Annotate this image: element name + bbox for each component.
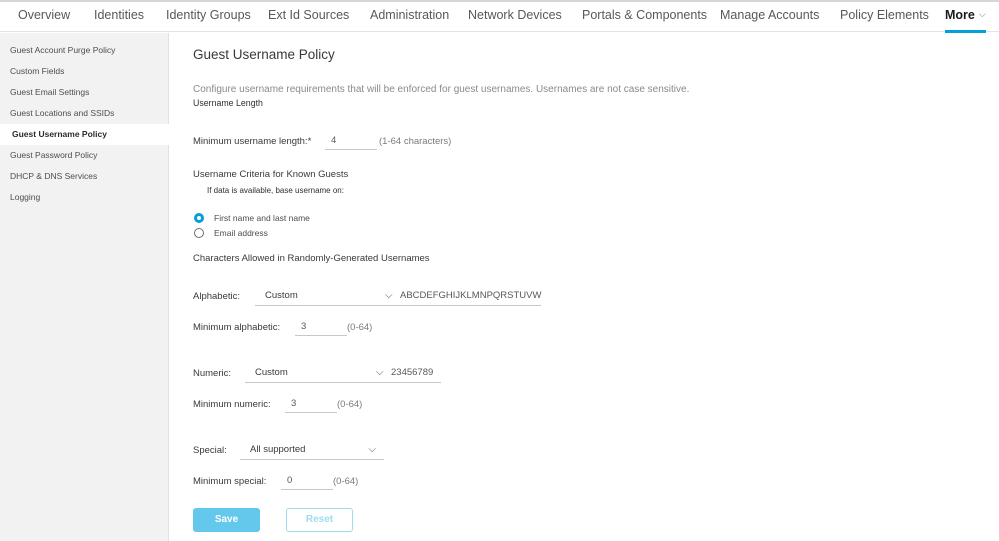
- tab-identities[interactable]: Identities: [94, 8, 144, 22]
- numeric-label: Numeric:: [193, 368, 232, 379]
- min-alphabetic-label: Minimum alphabetic:: [193, 322, 281, 333]
- sidebar-item-dhcp-dns-services[interactable]: DHCP & DNS Services: [0, 166, 169, 187]
- special-label: Special:: [193, 445, 227, 456]
- tab-administration[interactable]: Administration: [370, 8, 449, 22]
- tab-identity-groups[interactable]: Identity Groups: [166, 8, 251, 22]
- username-criteria-subheading: If data is available, base username on:: [207, 186, 344, 195]
- min-username-length-label: Minimum username length:*: [193, 136, 312, 147]
- min-numeric-label: Minimum numeric:: [193, 399, 271, 410]
- top-navigation: Overview Identities Identity Groups Ext …: [0, 0, 999, 33]
- alphabetic-selected-value: Custom: [265, 290, 298, 301]
- main-content: Guest Username Policy Configure username…: [170, 33, 999, 541]
- sidebar-item-logging[interactable]: Logging: [0, 187, 169, 208]
- radio-first-last-name-label[interactable]: First name and last name: [214, 213, 310, 223]
- save-button[interactable]: Save: [193, 508, 260, 532]
- chevron-down-icon: ⌵: [376, 367, 384, 378]
- sidebar-item-guest-locations-ssids[interactable]: Guest Locations and SSIDs: [0, 103, 169, 124]
- alphabetic-chars-input[interactable]: ABCDEFGHIJKLMNPQRSTUVW: [400, 286, 541, 306]
- sidebar: Guest Account Purge Policy Custom Fields…: [0, 33, 169, 541]
- radio-email-address-label[interactable]: Email address: [214, 228, 268, 238]
- special-selected-value: All supported: [250, 444, 306, 455]
- min-username-length-hint: (1-64 characters): [379, 136, 452, 147]
- tab-more[interactable]: More ⌵: [945, 8, 986, 22]
- characters-allowed-heading: Characters Allowed in Randomly-Generated…: [193, 253, 430, 264]
- chevron-down-icon: ⌵: [978, 9, 986, 19]
- sidebar-item-guest-email-settings[interactable]: Guest Email Settings: [0, 82, 169, 103]
- radio-email-address[interactable]: [194, 228, 204, 238]
- tab-more-label: More: [945, 8, 975, 22]
- min-numeric-input[interactable]: 3: [285, 395, 337, 413]
- min-numeric-hint: (0-64): [337, 399, 363, 410]
- numeric-selected-value: Custom: [255, 367, 288, 378]
- tab-manage-accounts[interactable]: Manage Accounts: [720, 8, 819, 22]
- min-alphabetic-hint: (0-64): [347, 322, 373, 333]
- chevron-down-icon: ⌵: [368, 444, 376, 455]
- special-select[interactable]: All supported ⌵: [240, 440, 384, 460]
- tab-portals-components[interactable]: Portals & Components: [582, 8, 707, 22]
- tab-network-devices[interactable]: Network Devices: [468, 8, 562, 22]
- sidebar-item-guest-password-policy[interactable]: Guest Password Policy: [0, 145, 169, 166]
- sidebar-item-guest-username-policy[interactable]: Guest Username Policy: [0, 124, 169, 145]
- alphabetic-select[interactable]: Custom ABCDEFGHIJKLMNPQRSTUVW ⌵: [255, 286, 541, 306]
- alphabetic-label: Alphabetic:: [193, 291, 241, 302]
- radio-first-last-name[interactable]: [194, 213, 204, 223]
- reset-button[interactable]: Reset: [286, 508, 353, 532]
- page-title: Guest Username Policy: [193, 47, 335, 62]
- min-special-hint: (0-64): [333, 476, 359, 487]
- tab-overview[interactable]: Overview: [18, 8, 70, 22]
- username-criteria-heading: Username Criteria for Known Guests: [193, 169, 349, 180]
- sidebar-item-guest-account-purge-policy[interactable]: Guest Account Purge Policy: [0, 40, 169, 61]
- min-special-input[interactable]: 0: [281, 472, 333, 490]
- numeric-select[interactable]: Custom 23456789 ⌵: [245, 363, 441, 383]
- min-username-length-input[interactable]: 4: [325, 132, 377, 150]
- sidebar-item-custom-fields[interactable]: Custom Fields: [0, 61, 169, 82]
- min-alphabetic-input[interactable]: 3: [295, 318, 347, 336]
- tab-policy-elements[interactable]: Policy Elements: [840, 8, 929, 22]
- tab-ext-id-sources[interactable]: Ext Id Sources: [268, 8, 349, 22]
- chevron-down-icon: ⌵: [385, 290, 393, 301]
- page-description: Configure username requirements that wil…: [193, 84, 690, 95]
- numeric-chars-input[interactable]: 23456789: [391, 363, 433, 383]
- min-special-label: Minimum special:: [193, 476, 267, 487]
- username-length-heading: Username Length: [193, 98, 263, 108]
